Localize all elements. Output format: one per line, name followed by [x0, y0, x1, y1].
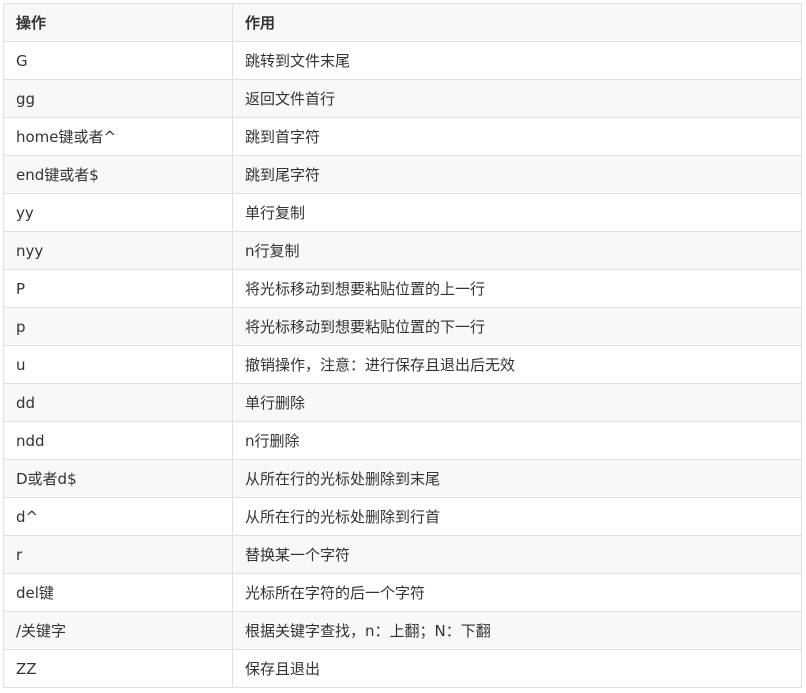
- table-row: yy 单行复制: [3, 193, 802, 232]
- table-row: del键 光标所在字符的后一个字符: [3, 573, 802, 612]
- header-operation: 操作: [3, 3, 233, 42]
- function-cell: 跳到首字符: [232, 117, 802, 156]
- operation-cell: P: [3, 269, 233, 308]
- table-row: home键或者^ 跳到首字符: [3, 117, 802, 156]
- operation-cell: r: [3, 535, 233, 574]
- table-row: D或者d$ 从所在行的光标处删除到末尾: [3, 459, 802, 498]
- table-row: end键或者$ 跳到尾字符: [3, 155, 802, 194]
- function-cell: n行删除: [232, 421, 802, 460]
- function-cell: 从所在行的光标处删除到行首: [232, 497, 802, 536]
- vim-commands-table: 操作 作用 G 跳转到文件末尾 gg 返回文件首行 home键或者^ 跳到首字符…: [3, 3, 802, 688]
- function-cell: 跳到尾字符: [232, 155, 802, 194]
- table-row: /关键字 根据关键字查找，n：上翻；N：下翻: [3, 611, 802, 650]
- operation-cell: ndd: [3, 421, 233, 460]
- function-cell: 跳转到文件末尾: [232, 41, 802, 80]
- table-row: P 将光标移动到想要粘贴位置的上一行: [3, 269, 802, 308]
- table-row: dd 单行删除: [3, 383, 802, 422]
- table-container: 操作 作用 G 跳转到文件末尾 gg 返回文件首行 home键或者^ 跳到首字符…: [0, 0, 806, 688]
- operation-cell: home键或者^: [3, 117, 233, 156]
- table-row: gg 返回文件首行: [3, 79, 802, 118]
- table-row: G 跳转到文件末尾: [3, 41, 802, 80]
- function-cell: 单行复制: [232, 193, 802, 232]
- function-cell: 返回文件首行: [232, 79, 802, 118]
- operation-cell: d^: [3, 497, 233, 536]
- operation-cell: D或者d$: [3, 459, 233, 498]
- table-row: d^ 从所在行的光标处删除到行首: [3, 497, 802, 536]
- function-cell: 替换某一个字符: [232, 535, 802, 574]
- function-cell: 将光标移动到想要粘贴位置的上一行: [232, 269, 802, 308]
- function-cell: 保存且退出: [232, 649, 802, 688]
- function-cell: n行复制: [232, 231, 802, 270]
- operation-cell: yy: [3, 193, 233, 232]
- function-cell: 将光标移动到想要粘贴位置的下一行: [232, 307, 802, 346]
- operation-cell: nyy: [3, 231, 233, 270]
- operation-cell: gg: [3, 79, 233, 118]
- operation-cell: del键: [3, 573, 233, 612]
- function-cell: 根据关键字查找，n：上翻；N：下翻: [232, 611, 802, 650]
- table-row: ZZ 保存且退出: [3, 649, 802, 688]
- operation-cell: p: [3, 307, 233, 346]
- operation-cell: ZZ: [3, 649, 233, 688]
- operation-cell: G: [3, 41, 233, 80]
- table-row: p 将光标移动到想要粘贴位置的下一行: [3, 307, 802, 346]
- function-cell: 光标所在字符的后一个字符: [232, 573, 802, 612]
- function-cell: 撤销操作，注意：进行保存且退出后无效: [232, 345, 802, 384]
- function-cell: 从所在行的光标处删除到末尾: [232, 459, 802, 498]
- table-row: u 撤销操作，注意：进行保存且退出后无效: [3, 345, 802, 384]
- table-row: nyy n行复制: [3, 231, 802, 270]
- operation-cell: /关键字: [3, 611, 233, 650]
- operation-cell: end键或者$: [3, 155, 233, 194]
- table-row: r 替换某一个字符: [3, 535, 802, 574]
- table-header-row: 操作 作用: [3, 3, 802, 42]
- operation-cell: u: [3, 345, 233, 384]
- table-row: ndd n行删除: [3, 421, 802, 460]
- function-cell: 单行删除: [232, 383, 802, 422]
- header-function: 作用: [232, 3, 802, 42]
- operation-cell: dd: [3, 383, 233, 422]
